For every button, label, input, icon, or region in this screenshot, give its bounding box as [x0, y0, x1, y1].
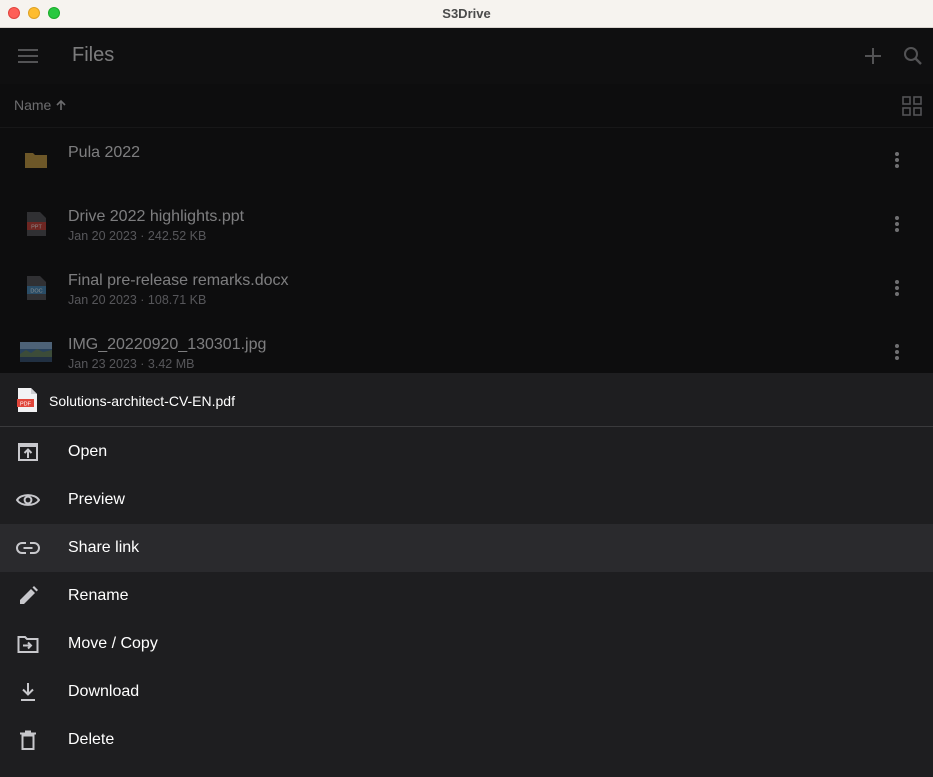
share-link-label: Share link	[68, 539, 140, 556]
window-title: S3Drive	[442, 6, 491, 21]
sort-label: Name	[14, 97, 52, 113]
file-name: Pula 2022	[68, 144, 141, 161]
ppt-file-icon: PPT	[22, 210, 50, 238]
sheet-header: PDF Solutions-architect-CV-EN.pdf	[0, 373, 933, 427]
open-label: Open	[68, 443, 108, 460]
sort-bar: Name	[0, 84, 933, 128]
grid-view-button[interactable]	[902, 96, 922, 121]
file-meta: Jan 20 2023 · 108.71 KB	[68, 293, 207, 307]
preview-label: Preview	[68, 491, 125, 508]
file-row-drive-2022-highlights[interactable]: PPT Drive 2022 highlights.ppt Jan 20 202…	[0, 192, 933, 256]
delete-action[interactable]: Delete	[0, 716, 933, 764]
preview-action[interactable]: Preview	[0, 476, 933, 524]
folder-icon	[22, 146, 50, 174]
minimize-window-button[interactable]	[28, 7, 40, 19]
search-button[interactable]	[897, 40, 929, 72]
menu-button[interactable]	[12, 40, 44, 72]
image-thumbnail	[20, 338, 52, 366]
sort-by-name-button[interactable]: Name	[14, 97, 67, 113]
more-vertical-icon	[895, 344, 899, 360]
hamburger-icon	[18, 49, 38, 63]
pdf-file-icon: PDF	[16, 387, 38, 418]
file-meta: Jan 20 2023 · 242.52 KB	[68, 229, 207, 243]
trash-icon	[16, 728, 40, 752]
app-bar: Files	[0, 28, 933, 84]
sheet-file-name: Solutions-architect-CV-EN.pdf	[49, 393, 235, 409]
link-icon	[16, 536, 40, 560]
folder-move-icon	[16, 632, 40, 656]
file-actions-sheet: PDF Solutions-architect-CV-EN.pdf Open P…	[0, 373, 933, 777]
download-action[interactable]: Download	[0, 668, 933, 716]
download-icon	[16, 680, 40, 704]
window-titlebar: S3Drive	[0, 0, 933, 28]
more-vertical-icon	[895, 216, 899, 232]
pdf-badge-text: PDF	[20, 401, 32, 407]
file-row-pula-2022[interactable]: Pula 2022	[0, 128, 933, 192]
more-options-button[interactable]	[885, 340, 909, 364]
download-label: Download	[68, 683, 140, 700]
more-options-button[interactable]	[885, 148, 909, 172]
eye-icon	[16, 488, 40, 512]
close-window-button[interactable]	[8, 7, 20, 19]
search-icon	[904, 47, 922, 65]
doc-badge-text: DOC	[30, 288, 42, 294]
ppt-badge-text: PPT	[31, 224, 42, 230]
file-list: Pula 2022 PPT Drive 2022 highlights.ppt …	[0, 128, 933, 373]
rename-action[interactable]: Rename	[0, 572, 933, 620]
traffic-lights	[8, 7, 60, 19]
doc-file-icon: DOC	[22, 274, 50, 302]
delete-label: Delete	[68, 731, 115, 748]
share-link-action[interactable]: Share link	[0, 524, 933, 572]
pencil-icon	[16, 584, 40, 608]
plus-icon	[865, 48, 881, 64]
file-meta: Jan 23 2023 · 3.42 MB	[68, 357, 195, 371]
arrow-up-icon	[56, 99, 66, 110]
maximize-window-button[interactable]	[48, 7, 60, 19]
move-copy-action[interactable]: Move / Copy	[0, 620, 933, 668]
more-options-button[interactable]	[885, 212, 909, 236]
page-title: Files	[72, 44, 115, 66]
more-vertical-icon	[895, 152, 899, 168]
file-name: IMG_20220920_130301.jpg	[68, 336, 267, 353]
rename-label: Rename	[68, 587, 129, 604]
open-action[interactable]: Open	[0, 428, 933, 476]
more-vertical-icon	[895, 280, 899, 296]
file-name: Final pre-release remarks.docx	[68, 272, 289, 289]
open-in-icon	[16, 440, 40, 464]
file-row-final-pre-release-remarks[interactable]: DOC Final pre-release remarks.docx Jan 2…	[0, 256, 933, 320]
add-button[interactable]	[857, 40, 889, 72]
grid-icon	[902, 96, 922, 116]
more-options-button[interactable]	[885, 276, 909, 300]
file-name: Drive 2022 highlights.ppt	[68, 208, 245, 225]
move-copy-label: Move / Copy	[68, 635, 158, 652]
